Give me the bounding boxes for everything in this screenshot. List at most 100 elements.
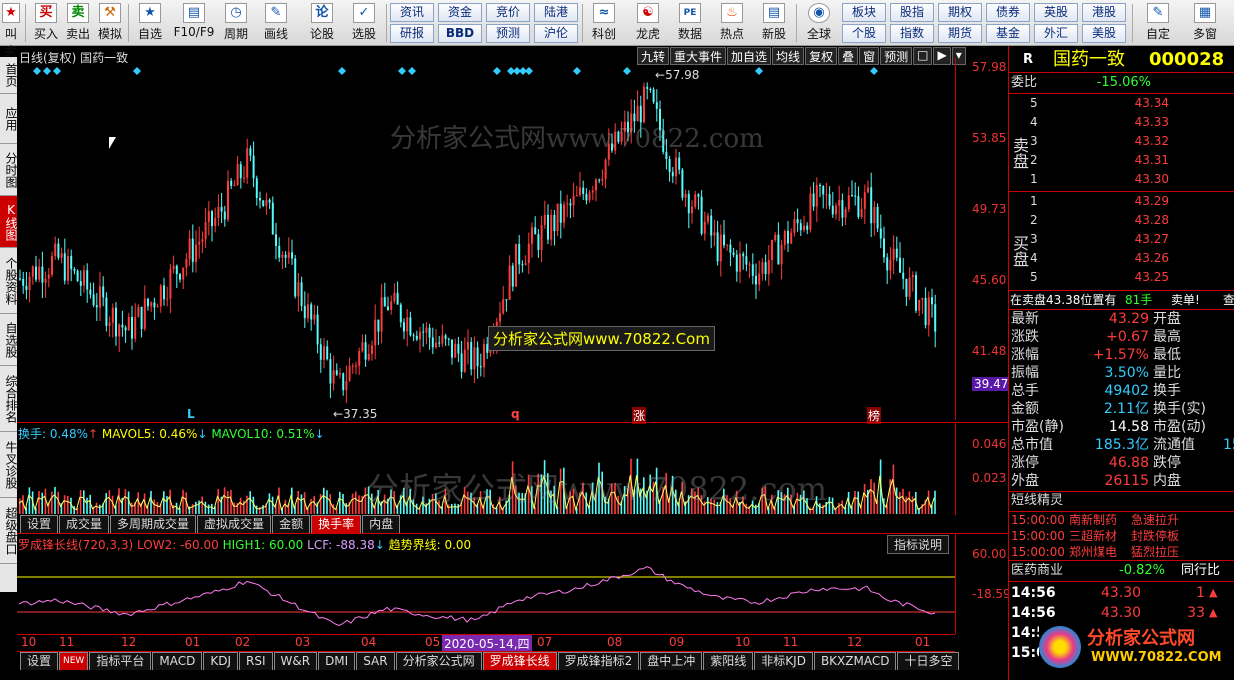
toolbar-button-data[interactable]: PE 数据 xyxy=(672,2,708,44)
toolbar-link-stocks[interactable]: 个股 xyxy=(842,24,886,43)
toolbar-link-futures[interactable]: 期货 xyxy=(938,24,982,43)
ind-tab-ten-day[interactable]: 十日多空 xyxy=(897,652,960,670)
left-tab-order-book[interactable]: 超级盘口 xyxy=(0,498,18,564)
order-book-row[interactable]: 1 43.30 xyxy=(1029,172,1234,190)
ind-tab-kdj[interactable]: KDJ xyxy=(203,652,238,670)
ind-tab-kjd[interactable]: 非标KJD xyxy=(754,652,813,670)
order-book-row[interactable]: 4 43.26 xyxy=(1029,251,1234,269)
toolbar-button-multi-window[interactable]: ▦ 多窗 xyxy=(1184,2,1226,44)
tool-add-favorite[interactable]: 加自选 xyxy=(727,47,772,65)
order-book-row[interactable]: 5 43.34 xyxy=(1029,96,1234,114)
left-tab-ranking[interactable]: 综合排名 xyxy=(0,366,18,432)
left-tab-home[interactable]: 首页 xyxy=(0,57,18,94)
toolbar-link-hk-connect[interactable]: 陆港 xyxy=(534,3,578,22)
toolbar-button-kechuang[interactable]: ≈ 科创 xyxy=(586,2,622,44)
order-book-row[interactable]: 2 43.31 xyxy=(1029,153,1234,171)
order-alert-more[interactable]: 查 xyxy=(1223,291,1234,309)
toolbar-button-simulate[interactable]: ⚒ 模拟 xyxy=(94,2,126,44)
order-book-row[interactable]: 4 43.33 xyxy=(1029,115,1234,133)
toolbar-button-dragon-tiger[interactable]: ☯ 龙虎 xyxy=(630,2,666,44)
vol-tab-virtual[interactable]: 虚拟成交量 xyxy=(197,515,272,533)
sector-row[interactable]: 医药商业 -0.82% 同行比 xyxy=(1009,562,1234,580)
sector-compare[interactable]: 同行比 xyxy=(1181,562,1220,580)
order-book-row[interactable]: 2 43.28 xyxy=(1029,213,1234,231)
tool-major-events[interactable]: 重大事件 xyxy=(670,47,727,65)
toolbar-button-sell[interactable]: 卖卖出 xyxy=(62,2,94,44)
order-book-row[interactable]: 3 43.27 xyxy=(1029,232,1234,250)
left-tab-kline[interactable]: K线图 xyxy=(0,196,18,248)
left-tab-profile[interactable]: 个股资料 xyxy=(0,248,18,314)
ind-tab-macd[interactable]: MACD xyxy=(152,652,203,670)
left-tab-apps[interactable]: 应用 xyxy=(0,94,18,144)
toolbar-button-period[interactable]: ◷ 周期 xyxy=(218,2,254,44)
order-alert-row[interactable]: 在卖盘43.38位置有 81手 卖单! 查 xyxy=(1009,291,1234,309)
elf-header[interactable]: 短线精灵 xyxy=(1009,492,1234,510)
ind-tab-platform[interactable]: 指标平台 xyxy=(89,652,152,670)
toolbar-link-forex[interactable]: 外汇 xyxy=(1034,24,1078,43)
toolbar-link-shanghai-london[interactable]: 沪伦 xyxy=(534,24,578,43)
order-book-row[interactable]: 5 43.25 xyxy=(1029,270,1234,288)
ad-banner[interactable]: 分析家公式网www.70822.Com xyxy=(488,326,715,351)
ind-tab-dmi[interactable]: DMI xyxy=(318,652,356,670)
left-tab-diagnosis[interactable]: 牛叉诊股 xyxy=(0,432,18,498)
toolbar-link-bonds[interactable]: 债券 xyxy=(986,3,1030,22)
toolbar-button-discuss[interactable]: 论论股 xyxy=(304,2,340,44)
tool-moving-average[interactable]: 均线 xyxy=(772,47,805,65)
toolbar-button-hotspot[interactable]: ♨ 热点 xyxy=(714,2,750,44)
chevron-down-icon[interactable]: ▾ xyxy=(951,47,966,65)
toolbar-link-bbd[interactable]: BBD xyxy=(438,24,482,43)
toolbar-link-research[interactable]: 研报 xyxy=(390,24,434,43)
ind-tab-luochengfeng-long[interactable]: 罗成锋长线 xyxy=(482,652,557,670)
toolbar-link-stock-index[interactable]: 股指 xyxy=(890,3,934,22)
pin-icon[interactable]: ▶ xyxy=(933,47,951,65)
toolbar-button-favorites[interactable]: ★ 自选 xyxy=(132,2,168,44)
toolbar-link-hk-stocks[interactable]: 港股 xyxy=(1082,3,1126,22)
order-book-row[interactable]: 3 43.32 xyxy=(1029,134,1234,152)
toolbar-button-sell-call[interactable]: ★ 叫卖 xyxy=(0,2,22,58)
elf-row[interactable]: 15:00:00 南新制药 急速拉升 xyxy=(1009,512,1234,528)
toolbar-link-uk-stocks[interactable]: 英股 xyxy=(1034,3,1078,22)
ind-tab-fenxijia[interactable]: 分析家公式网 xyxy=(395,652,482,670)
left-tab-intraday[interactable]: 分时图 xyxy=(0,144,18,196)
toolbar-link-funds2[interactable]: 基金 xyxy=(986,24,1030,43)
vol-tab-multi-period[interactable]: 多周期成交量 xyxy=(110,515,197,533)
toolbar-button-f10[interactable]: ▤ F10/F9 xyxy=(172,2,216,44)
vol-tab-volume[interactable]: 成交量 xyxy=(59,515,110,533)
toolbar-link-auction[interactable]: 竞价 xyxy=(486,3,530,22)
tool-nine-turn[interactable]: 九转 xyxy=(637,47,670,65)
tool-window[interactable]: 窗 xyxy=(859,47,880,65)
ind-tab-rsi[interactable]: RSI xyxy=(239,652,273,670)
toolbar-button-buy[interactable]: 买买入 xyxy=(30,2,62,44)
order-book-row[interactable]: 1 43.29 xyxy=(1029,194,1234,212)
tool-forecast[interactable]: 预测 xyxy=(880,47,913,65)
vol-tab-inner[interactable]: 内盘 xyxy=(362,515,401,533)
toolbar-link-options[interactable]: 期权 xyxy=(938,3,982,22)
ind-tab-bkxzmacd[interactable]: BKXZMACD xyxy=(813,652,897,670)
toolbar-link-funds[interactable]: 资金 xyxy=(438,3,482,22)
ind-tab-ziyang[interactable]: 紫阳线 xyxy=(703,652,754,670)
ind-tab-luochengfeng-2[interactable]: 罗成锋指标2 xyxy=(557,652,640,670)
toolbar-link-us-stocks[interactable]: 美股 xyxy=(1082,24,1126,43)
toolbar-button-customize[interactable]: ✎ 自定 xyxy=(1138,2,1178,44)
toolbar-link-indices[interactable]: 指数 xyxy=(890,24,934,43)
marker-l[interactable]: L xyxy=(187,407,195,421)
indicator-line-chart[interactable] xyxy=(17,554,955,634)
ind-tab-settings[interactable]: 设置 xyxy=(20,652,59,670)
left-tab-watchlist[interactable]: 自选股 xyxy=(0,314,18,366)
elf-row[interactable]: 15:00:00 郑州煤电 猛烈拉压 xyxy=(1009,544,1234,560)
toolbar-button-new-stock[interactable]: ▤ 新股 xyxy=(756,2,792,44)
marker-q[interactable]: q xyxy=(511,407,520,421)
lock-icon[interactable]: □ xyxy=(913,47,933,65)
tool-adjust[interactable]: 复权 xyxy=(805,47,838,65)
ind-tab-sar[interactable]: SAR xyxy=(356,652,395,670)
toolbar-button-globe[interactable]: ◉ 全球 xyxy=(800,2,838,44)
ind-tab-intraday-surge[interactable]: 盘中上冲 xyxy=(640,652,703,670)
toolbar-link-forecast[interactable]: 预测 xyxy=(486,24,530,43)
elf-row[interactable]: 15:00:00 三超新材 封跌停板 xyxy=(1009,528,1234,544)
ind-tab-wr[interactable]: W&R xyxy=(273,652,318,670)
tool-overlay[interactable]: 叠 xyxy=(838,47,859,65)
toolbar-link-news[interactable]: 资讯 xyxy=(390,3,434,22)
indicator-help-button[interactable]: 指标说明 xyxy=(887,535,950,554)
toolbar-button-stock-pick[interactable]: ✓ 选股 xyxy=(346,2,382,44)
vol-tab-settings[interactable]: 设置 xyxy=(20,515,59,533)
